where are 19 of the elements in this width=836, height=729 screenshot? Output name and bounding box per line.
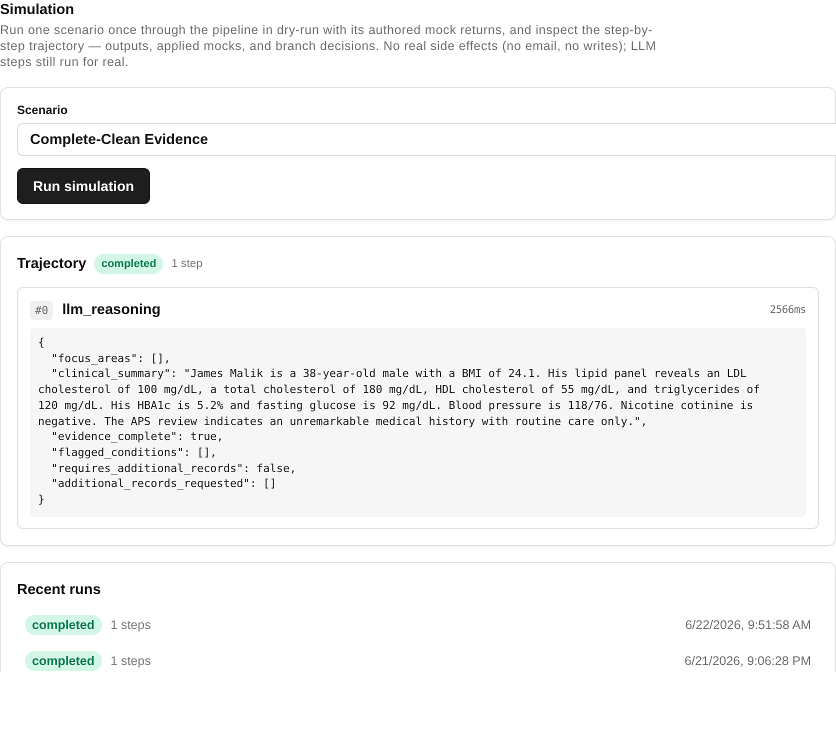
status-badge: completed: [25, 614, 102, 635]
step-name: llm_reasoning: [62, 302, 162, 318]
scenario-select[interactable]: Complete-Clean Evidence: [17, 123, 836, 156]
page-title: Simulation: [0, 1, 76, 19]
field-label: Scenario: [17, 103, 69, 117]
status-badge: completed: [25, 650, 102, 671]
step-count: 1 step: [171, 258, 203, 270]
run-simulation-button[interactable]: Run simulation: [17, 168, 150, 204]
step-index: #0: [30, 300, 54, 320]
step-duration: 2566ms: [770, 304, 806, 316]
card-title: Trajectory: [17, 256, 86, 272]
run-timestamp: 6/21/2026, 9:06:28 PM: [684, 654, 811, 668]
run-timestamp: 6/22/2026, 9:51:58 AM: [685, 618, 811, 632]
run-step-count: 1 steps: [110, 618, 151, 632]
card-title: Recent runs: [17, 582, 101, 598]
run-step-count: 1 steps: [110, 654, 151, 668]
output-code-block: { "focus_areas": [], "clinical_summary": "James Malik is a 38-year-old male with a BMI of 24.1. His lipid panel reveals an LDL cholesterol of 100 mg/dL, a total cholesterol of 180 mg/dL, HDL cholesterol of 55 mg/dL, and triglycerides of 120 mg/dL. His HBA1c is 5.2% and fasting glucose is 92 mg/dL. Blood pressure is 118/76. Nicotine cotinine is negative. The APS review indicates an unremarkable medical history with routine care only.", "evidence_complete": true, "flagged_conditions": [], "requires_additional_records": false, "additional_records_requested": [] }: [30, 328, 806, 517]
page-description: Run one scenario once through the pipeline in dry-run with its authored mock returns, and inspect the step-by-step trajectory — outputs, applied mocks, and branch decisions. No real side effects (no email, no writes); LLM steps still run for real.: [0, 22, 658, 70]
status-badge: completed: [94, 254, 164, 274]
